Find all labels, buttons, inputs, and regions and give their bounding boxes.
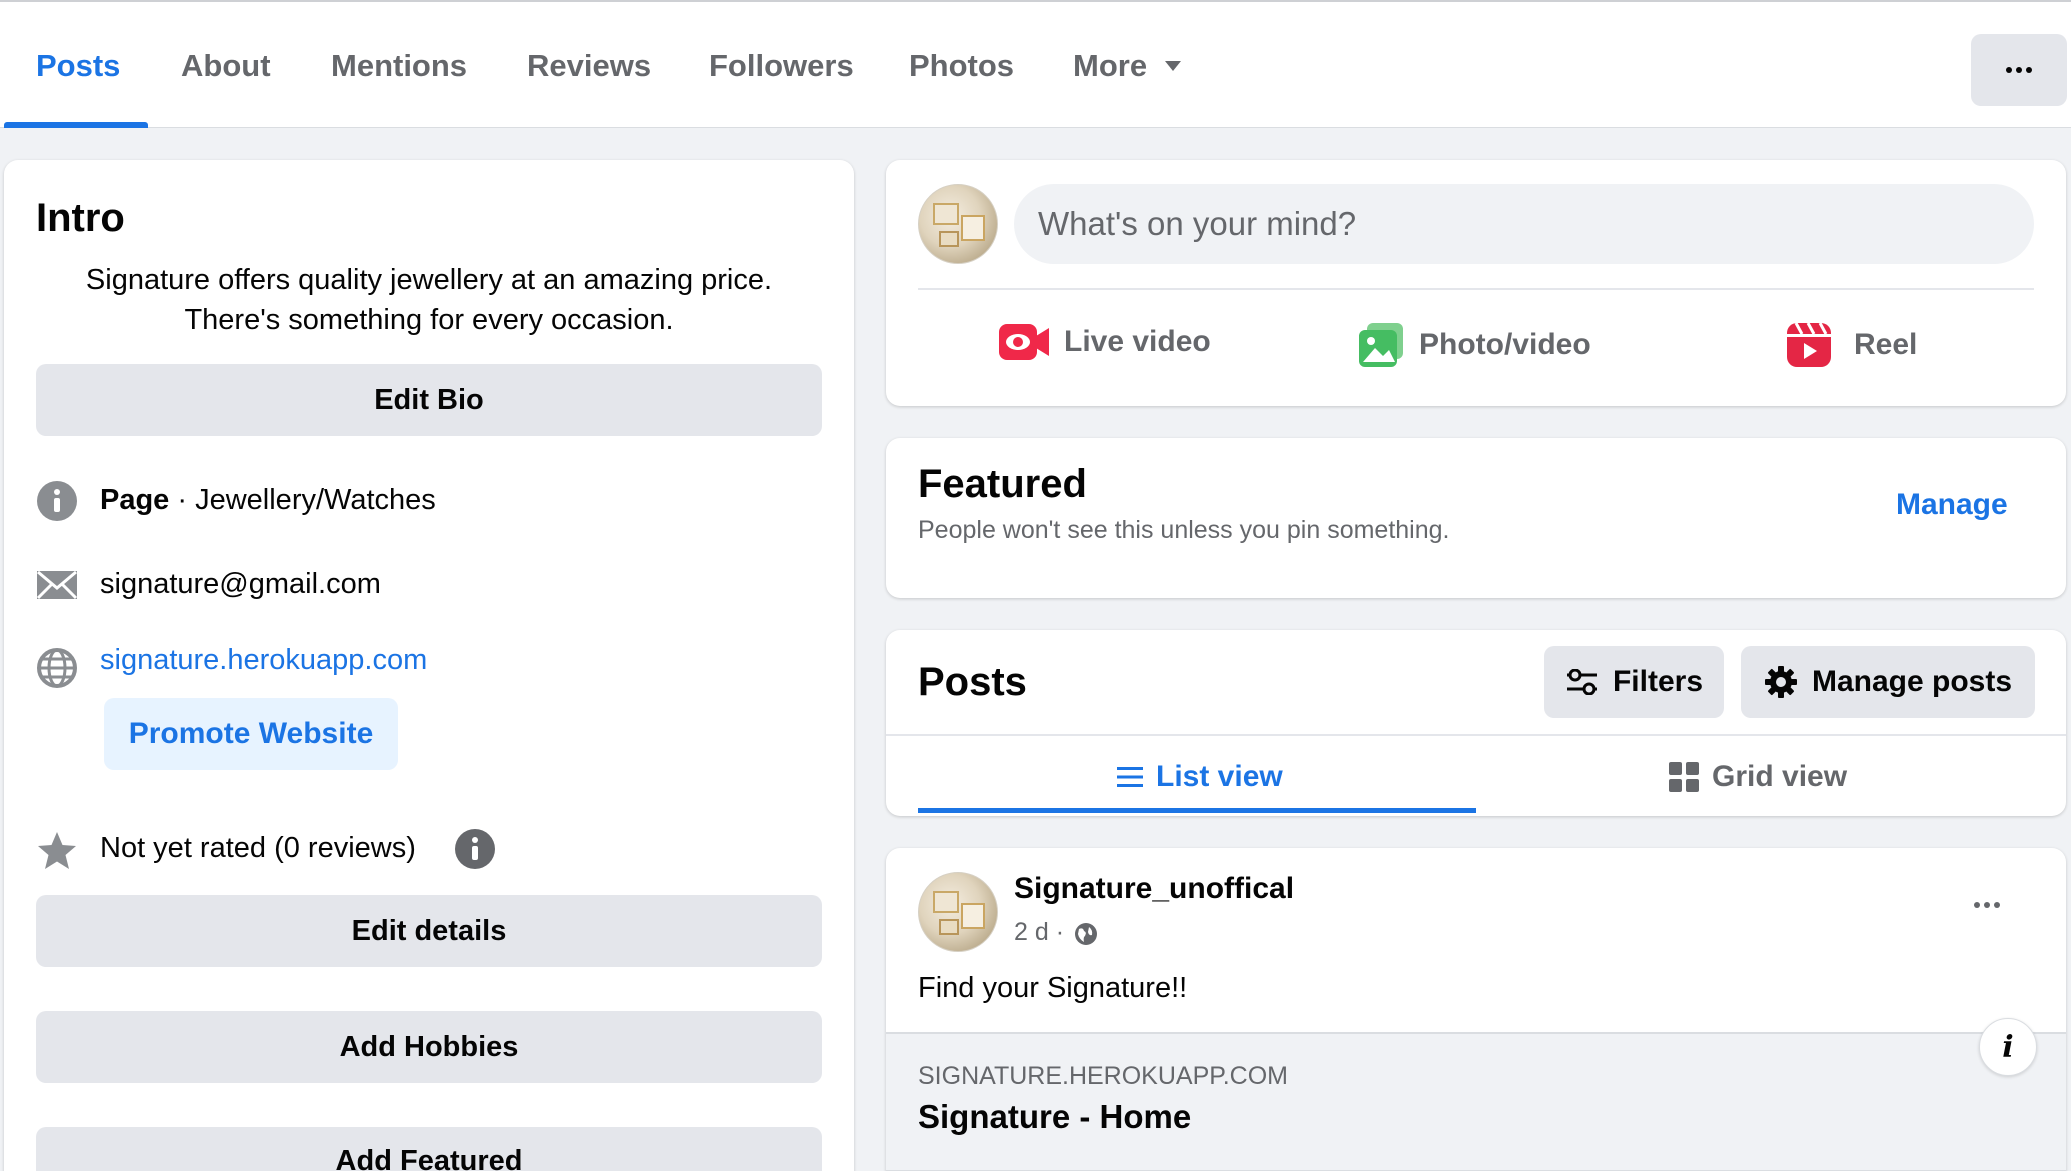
manage-posts-button[interactable]: Manage posts [1741, 646, 2035, 718]
link-domain: SIGNATURE.HEROKUAPP.COM [918, 1062, 1288, 1090]
reel-icon [1787, 322, 1831, 367]
add-featured-button[interactable]: Add Featured [36, 1127, 822, 1171]
edit-bio-button[interactable]: Edit Bio [36, 364, 822, 436]
edit-details-button[interactable]: Edit details [36, 895, 822, 967]
post-author-avatar[interactable] [918, 872, 998, 952]
posts-header-card: Posts Filters Manage posts List view Gri… [886, 630, 2066, 816]
composer-divider [918, 288, 2034, 290]
post-options-icon[interactable] [1974, 902, 2000, 908]
public-globe-icon [1075, 923, 1097, 945]
photo-video-icon [1359, 323, 1403, 367]
filters-button[interactable]: Filters [1544, 646, 1724, 718]
post-text: Find your Signature!! [918, 972, 1188, 1004]
website-link[interactable]: signature.herokuapp.com [100, 644, 427, 677]
tab-followers[interactable]: Followers [709, 2, 854, 130]
photo-video-button[interactable]: Photo/video [1357, 322, 1591, 368]
gear-icon [1764, 666, 1797, 698]
list-view-indicator [918, 808, 1476, 813]
grid-view-label: Grid view [1712, 760, 1848, 793]
post-author[interactable]: Signature_unoffical [1014, 872, 1294, 906]
filters-icon [1566, 669, 1597, 695]
tab-posts[interactable]: Posts [36, 2, 120, 130]
tab-photos[interactable]: Photos [909, 2, 1014, 130]
post-card: Signature_unoffical 2 d · Find your Sign… [886, 848, 2066, 1171]
link-preview[interactable]: SIGNATURE.HEROKUAPP.COM Signature - Home [886, 1032, 2066, 1171]
featured-card: Featured People won't see this unless yo… [886, 438, 2066, 598]
tab-more[interactable]: More [1073, 2, 1182, 130]
page-avatar[interactable] [918, 184, 998, 264]
bio-line-2: There's something for every occasion. [184, 304, 674, 336]
post-time[interactable]: 2 d · [1014, 918, 1064, 947]
live-video-label: Live video [1064, 325, 1211, 358]
star-icon [38, 832, 76, 869]
intro-title: Intro [36, 196, 125, 240]
posts-header-divider [886, 734, 2066, 736]
page-tab-bar: Posts About Mentions Reviews Followers P… [0, 0, 2071, 128]
tab-about[interactable]: About [181, 2, 271, 130]
page-category: · Jewellery/Watches [169, 484, 436, 516]
promote-website-button[interactable]: Promote Website [104, 698, 398, 770]
caret-down-icon [1165, 61, 1182, 71]
rating-text: Not yet rated (0 reviews) [100, 832, 416, 864]
list-icon [1117, 767, 1143, 787]
list-view-tab[interactable]: List view [1116, 760, 1283, 794]
reel-label: Reel [1854, 328, 1918, 361]
grid-icon [1669, 762, 1699, 792]
filters-label: Filters [1612, 665, 1704, 698]
active-tab-indicator [4, 122, 148, 128]
contact-email: signature@gmail.com [100, 568, 381, 600]
globe-icon [37, 648, 77, 688]
tab-more-label: More [1073, 48, 1148, 83]
featured-title: Featured [918, 462, 1087, 506]
tab-reviews[interactable]: Reviews [527, 2, 651, 130]
add-hobbies-button[interactable]: Add Hobbies [36, 1011, 822, 1083]
whats-on-your-mind-input[interactable]: What's on your mind? [1014, 184, 2034, 264]
list-view-label: List view [1156, 760, 1283, 793]
page-type-label: Page [100, 484, 170, 516]
grid-view-tab[interactable]: Grid view [1668, 760, 1847, 794]
featured-subtitle: People won't see this unless you pin som… [918, 516, 1450, 544]
info-icon [37, 481, 77, 521]
intro-bio: Signature offers quality jewellery at an… [36, 260, 822, 340]
photo-video-label: Photo/video [1419, 328, 1591, 361]
link-title: Signature - Home [918, 1098, 1192, 1135]
page-category-row: Page · Jewellery/Watches [100, 484, 436, 517]
bio-line-1: Signature offers quality jewellery at an… [85, 264, 773, 296]
rating-info-icon[interactable] [454, 828, 496, 870]
page-options-button[interactable] [1971, 34, 2067, 106]
live-video-icon [999, 324, 1049, 360]
ad-info-icon[interactable]: i [1979, 1018, 2037, 1076]
live-video-button[interactable]: Live video [998, 322, 1211, 362]
envelope-icon [36, 570, 78, 600]
posts-title: Posts [918, 660, 1027, 704]
manage-posts-label: Manage posts [1811, 665, 2013, 698]
intro-card: Intro Signature offers quality jewellery… [4, 160, 854, 1171]
tab-mentions[interactable]: Mentions [331, 2, 467, 130]
more-dots-icon [2006, 67, 2032, 73]
reel-button[interactable]: Reel [1786, 322, 1917, 368]
featured-manage-link[interactable]: Manage [1896, 488, 2008, 522]
